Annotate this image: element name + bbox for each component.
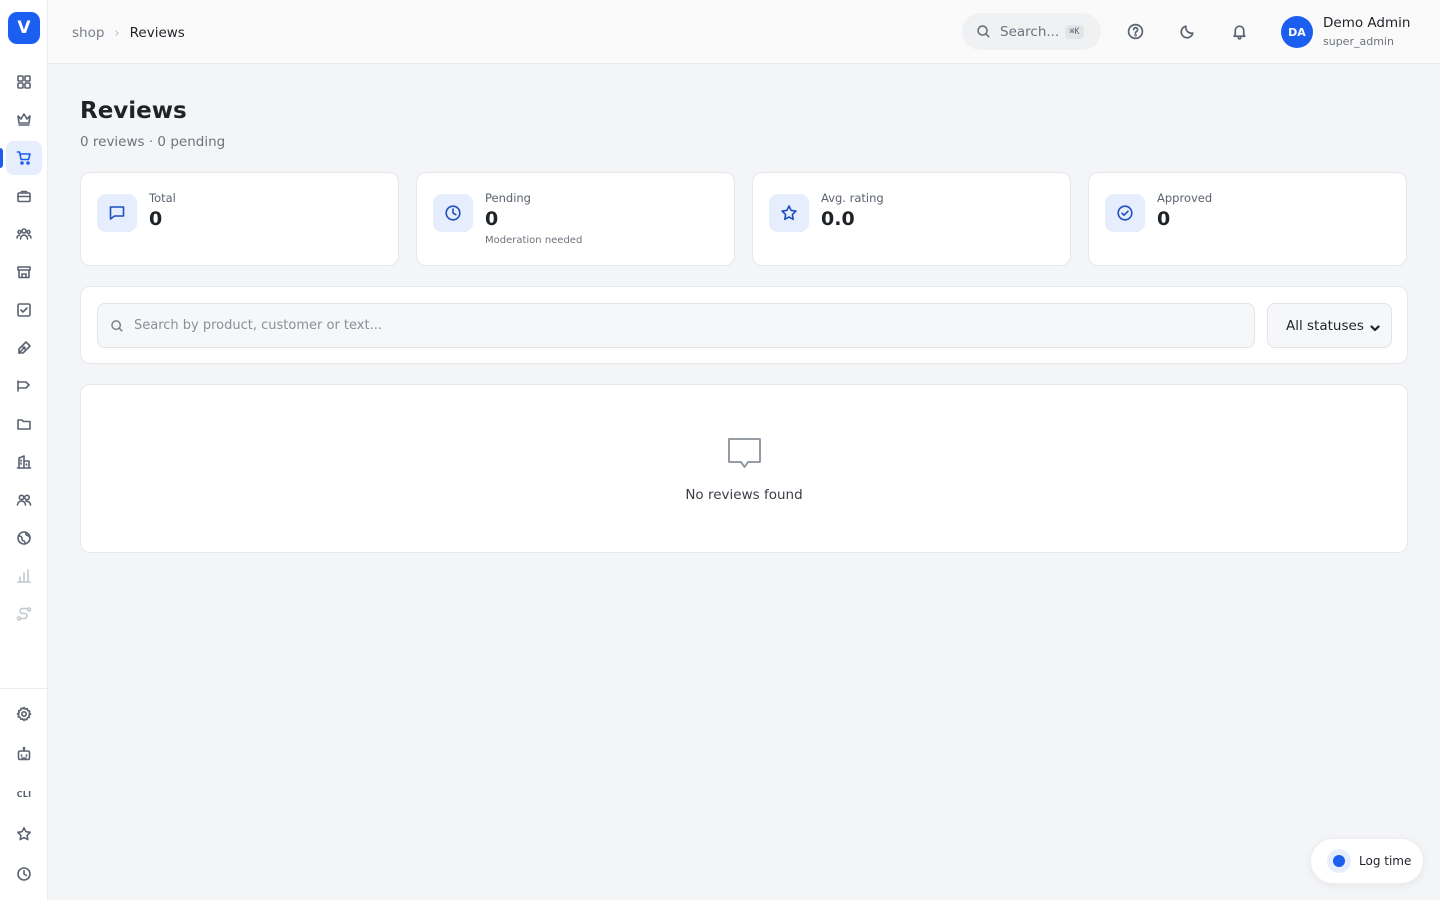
- message-square-icon: [109, 206, 125, 220]
- sidebar-item-campaigns[interactable]: [6, 369, 42, 403]
- stat-card-approved: Approved 0: [1088, 172, 1407, 266]
- stat-label: Avg. rating: [821, 191, 884, 205]
- sidebar-item-cli[interactable]: CLI: [6, 777, 42, 811]
- moon-icon: [1179, 24, 1194, 39]
- global-search-button[interactable]: Search... ⌘K: [962, 13, 1101, 50]
- reviews-list-empty: No reviews found: [80, 384, 1408, 553]
- stat-label: Approved: [1157, 191, 1213, 205]
- sidebar-item-settings[interactable]: [6, 697, 42, 731]
- avatar[interactable]: DA: [1281, 16, 1313, 48]
- stat-card-avg-rating: Avg. rating 0.0: [752, 172, 1071, 266]
- breadcrumb-current: Reviews: [129, 25, 185, 41]
- sidebar-item-crown[interactable]: [6, 102, 42, 136]
- log-time-button[interactable]: Log time: [1310, 838, 1424, 884]
- clock-icon: [17, 867, 31, 881]
- user-role: super_admin: [1323, 35, 1394, 48]
- bar-chart-icon: [17, 569, 31, 583]
- breadcrumb: shop › Reviews: [72, 24, 185, 42]
- briefcase-icon: [17, 190, 31, 203]
- bell-icon: [1232, 24, 1246, 40]
- stat-icon-wrap: [433, 194, 473, 232]
- page-subtitle: 0 reviews · 0 pending: [80, 134, 226, 150]
- search-icon: [977, 25, 990, 38]
- top-header: shop › Reviews Search... ⌘K DA Demo Admi…: [48, 0, 1440, 64]
- sidebar-divider: [0, 688, 47, 689]
- filter-bar: All statuses: [80, 286, 1408, 364]
- help-button[interactable]: [1124, 20, 1146, 42]
- sidebar-item-integrations[interactable]: [6, 597, 42, 631]
- review-search-input[interactable]: [134, 318, 1234, 333]
- sidebar-item-users[interactable]: [6, 217, 42, 251]
- sidebar-item-shop[interactable]: [6, 141, 42, 175]
- sidebar-item-tasks[interactable]: [6, 293, 42, 327]
- theme-toggle-button[interactable]: [1176, 20, 1198, 42]
- sidebar-item-bot[interactable]: [6, 737, 42, 771]
- status-filter-value: All statuses: [1286, 317, 1364, 334]
- star-icon: [17, 827, 31, 841]
- pen-icon: [18, 341, 31, 354]
- empty-state-text: No reviews found: [685, 487, 803, 503]
- users-icon: [16, 228, 32, 240]
- user-name[interactable]: Demo Admin: [1323, 15, 1410, 31]
- sidebar-item-history[interactable]: [6, 857, 42, 891]
- breadcrumb-separator-icon: ›: [114, 25, 120, 41]
- stat-value: 0: [149, 208, 163, 230]
- review-search-field[interactable]: [97, 303, 1255, 348]
- breadcrumb-shop-link[interactable]: shop: [72, 25, 104, 41]
- check-circle-icon: [1117, 205, 1133, 221]
- message-square-icon: [727, 437, 762, 471]
- sidebar-item-files[interactable]: [6, 407, 42, 441]
- sidebar-item-teams[interactable]: [6, 483, 42, 517]
- global-search-label: Search...: [1000, 23, 1060, 40]
- stat-icon-wrap: [769, 194, 809, 232]
- store-icon: [17, 266, 31, 279]
- crown-icon: [17, 113, 31, 126]
- stat-card-total: Total 0: [80, 172, 399, 266]
- help-circle-icon: [1127, 23, 1143, 39]
- search-icon: [111, 319, 123, 332]
- stat-value: 0: [485, 208, 499, 230]
- cart-icon: [16, 151, 31, 165]
- gear-icon: [16, 706, 32, 722]
- clock-icon: [445, 205, 461, 221]
- sidebar-item-store[interactable]: [6, 255, 42, 289]
- robot-icon: [17, 746, 31, 761]
- sidebar: V CLI: [0, 0, 48, 900]
- sidebar-item-analytics[interactable]: [6, 559, 42, 593]
- stat-value: 0: [1157, 208, 1171, 230]
- sidebar-item-buildings[interactable]: [6, 445, 42, 479]
- search-shortcut: ⌘K: [1065, 24, 1084, 39]
- stat-label: Pending: [485, 191, 531, 205]
- stat-icon-wrap: [97, 194, 137, 232]
- globe-icon: [17, 531, 31, 545]
- active-indicator: [0, 148, 3, 168]
- stat-value: 0.0: [821, 208, 855, 230]
- grid-icon: [17, 75, 31, 89]
- stat-icon-wrap: [1105, 194, 1145, 232]
- log-time-label: Log time: [1359, 854, 1412, 868]
- stat-card-pending: Pending 0 Moderation needed: [416, 172, 735, 266]
- building-icon: [16, 455, 32, 469]
- sidebar-item-dashboard[interactable]: [6, 65, 42, 99]
- star-icon: [781, 205, 797, 221]
- cli-label: CLI: [16, 789, 32, 799]
- page-title: Reviews: [80, 98, 187, 124]
- megaphone-icon: [17, 380, 30, 392]
- sidebar-item-globe[interactable]: [6, 521, 42, 555]
- stat-note: Moderation needed: [485, 235, 583, 246]
- team-icon: [16, 494, 32, 506]
- sidebar-item-editor[interactable]: [6, 331, 42, 365]
- chevron-down-icon: [1370, 321, 1380, 332]
- notifications-button[interactable]: [1228, 20, 1250, 42]
- timer-icon: [1327, 849, 1351, 873]
- status-filter-select[interactable]: All statuses: [1267, 303, 1392, 348]
- checkbox-icon: [17, 303, 31, 317]
- sidebar-item-favorites[interactable]: [6, 817, 42, 851]
- stat-label: Total: [149, 191, 176, 205]
- sidebar-item-products[interactable]: [6, 179, 42, 213]
- route-icon: [16, 607, 32, 621]
- app-logo[interactable]: V: [8, 12, 40, 44]
- folder-icon: [17, 419, 31, 430]
